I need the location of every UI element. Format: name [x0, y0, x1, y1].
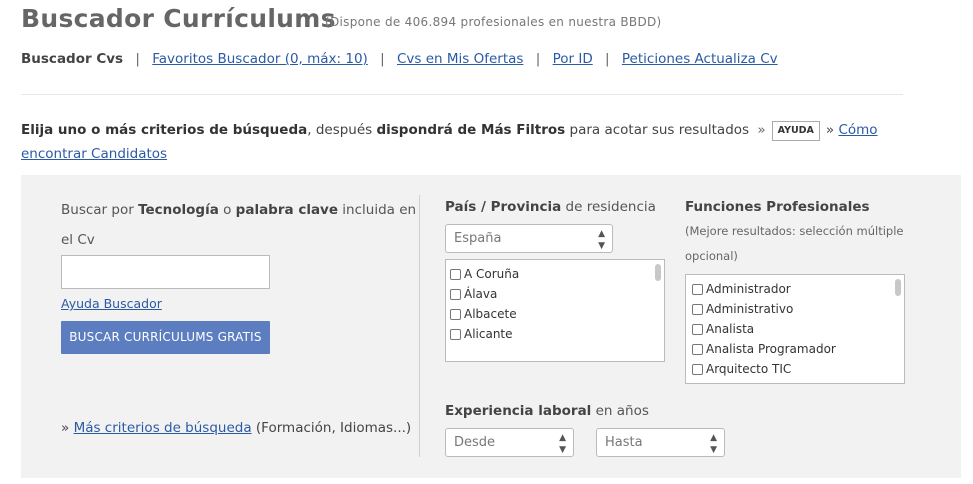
search-panel: Buscar por Tecnología o palabra clave in…: [21, 175, 961, 478]
intro-bold-1: Elija uno o más criterios de búsqueda: [21, 122, 308, 138]
top-nav: Buscador Cvs | Favoritos Buscador (0, má…: [21, 51, 778, 67]
province-option-label: Álava: [464, 287, 498, 301]
keyword-label-bold: Tecnología: [138, 202, 219, 218]
more-criteria-suffix: (Formación, Idiomas...): [251, 420, 412, 436]
checkbox[interactable]: [692, 343, 703, 355]
checkbox[interactable]: [692, 363, 703, 375]
province-option[interactable]: Álava: [450, 284, 660, 304]
keyword-label-line2: el Cv: [61, 232, 95, 248]
functions-note-line: (Mejore resultados: selección múltiple: [685, 224, 904, 238]
province-option-label: Albacete: [464, 307, 517, 321]
nav-separator: |: [135, 51, 140, 67]
country-select-value: España: [454, 231, 502, 246]
nav-link-cvs-ofertas[interactable]: Cvs en Mis Ofertas: [397, 51, 523, 67]
function-option[interactable]: Administrativo: [692, 299, 898, 319]
checkbox[interactable]: [450, 288, 461, 300]
keyword-label-bold: palabra clave: [235, 202, 339, 218]
nav-link-por-id[interactable]: Por ID: [553, 51, 593, 67]
keyword-label-text: Buscar por: [61, 202, 139, 218]
location-title: País / Provincia de residencia: [445, 199, 656, 215]
functions-note: (Mejore resultados: selección múltiple o…: [685, 219, 903, 269]
search-button[interactable]: BUSCAR CURRÍCULUMS GRATIS: [61, 321, 270, 354]
page-subtitle: (Dispone de 406.894 profesionales en nue…: [325, 15, 662, 29]
experience-to-value: Hasta: [605, 435, 643, 450]
more-criteria-link[interactable]: Más criterios de búsqueda: [74, 420, 252, 436]
divider: [21, 94, 903, 95]
more-criteria: » Más criterios de búsqueda (Formación, …: [61, 420, 411, 436]
experience-from-select[interactable]: Desde ▲ ▼: [445, 428, 574, 457]
guillemet-icon: »: [825, 122, 835, 138]
checkbox[interactable]: [450, 268, 461, 280]
experience-title-rest: en años: [591, 403, 649, 419]
keyword-label-text: o: [218, 202, 236, 218]
province-listbox[interactable]: A Coruña Álava Albacete Alicante: [445, 259, 665, 362]
keyword-label-text: incluida en: [338, 202, 417, 218]
function-option[interactable]: Arquitecto TIC: [692, 359, 898, 379]
functions-title-text: Funciones Profesionales: [685, 199, 870, 215]
scrollbar-thumb[interactable]: [655, 264, 661, 281]
function-option-label: Administrador: [706, 282, 791, 296]
function-option[interactable]: Analista Programador: [692, 339, 898, 359]
page-title: Buscador Currículums: [21, 4, 336, 33]
keyword-label: Buscar por Tecnología o palabra clave in…: [61, 195, 416, 225]
intro-bold-2: dispondrá de Más Filtros: [376, 122, 566, 138]
experience-to-select[interactable]: Hasta ▲ ▼: [596, 428, 725, 457]
experience-from-value: Desde: [454, 435, 496, 450]
province-option-label: Alicante: [464, 327, 513, 341]
column-divider: [419, 195, 420, 457]
nav-separator: |: [605, 51, 610, 67]
select-arrows-icon: ▲ ▼: [710, 433, 717, 455]
function-option-label: Analista: [706, 322, 755, 336]
function-option-label: Administrativo: [706, 302, 794, 316]
checkbox[interactable]: [692, 323, 703, 335]
province-option[interactable]: Albacete: [450, 304, 660, 324]
function-option-label: Analista Programador: [706, 342, 836, 356]
select-arrows-icon: ▲ ▼: [598, 229, 605, 251]
functions-note-line: opcional): [685, 249, 738, 263]
functions-listbox[interactable]: Administrador Administrativo Analista An…: [685, 274, 905, 384]
checkbox[interactable]: [450, 328, 461, 340]
intro-text-2: , después: [307, 122, 377, 138]
keyword-input[interactable]: [61, 255, 270, 289]
scrollbar-thumb[interactable]: [895, 279, 901, 296]
province-option[interactable]: Alicante: [450, 324, 660, 344]
country-select[interactable]: España ▲ ▼: [445, 224, 613, 253]
nav-link-peticiones[interactable]: Peticiones Actualiza Cv: [622, 51, 778, 67]
ayuda-button[interactable]: AYUDA: [771, 121, 820, 141]
intro-text-4: para acotar sus resultados: [565, 122, 750, 138]
province-option-label: A Coruña: [464, 267, 520, 281]
nav-separator: |: [535, 51, 541, 67]
checkbox[interactable]: [450, 308, 461, 320]
nav-separator: |: [380, 51, 385, 67]
location-title-bold: País / Provincia: [445, 199, 562, 215]
select-arrows-icon: ▲ ▼: [559, 433, 566, 455]
checkbox[interactable]: [692, 283, 703, 295]
location-title-rest: de residencia: [561, 199, 656, 215]
function-option[interactable]: Administrador: [692, 279, 898, 299]
nav-current: Buscador Cvs: [21, 51, 124, 67]
intro-text: Elija uno o más criterios de búsqueda, d…: [21, 118, 941, 166]
ayuda-buscador-link[interactable]: Ayuda Buscador: [61, 296, 162, 311]
guillemet-icon: »: [61, 420, 70, 436]
experience-title: Experiencia laboral en años: [445, 403, 649, 419]
experience-title-bold: Experiencia laboral: [445, 403, 592, 419]
functions-title: Funciones Profesionales: [685, 199, 870, 215]
nav-link-favoritos[interactable]: Favoritos Buscador (0, máx: 10): [152, 51, 368, 67]
function-option[interactable]: Analista: [692, 319, 898, 339]
checkbox[interactable]: [692, 303, 703, 315]
guillemet-icon: »: [757, 122, 766, 138]
province-option[interactable]: A Coruña: [450, 264, 660, 284]
function-option-label: Arquitecto TIC: [706, 362, 792, 376]
